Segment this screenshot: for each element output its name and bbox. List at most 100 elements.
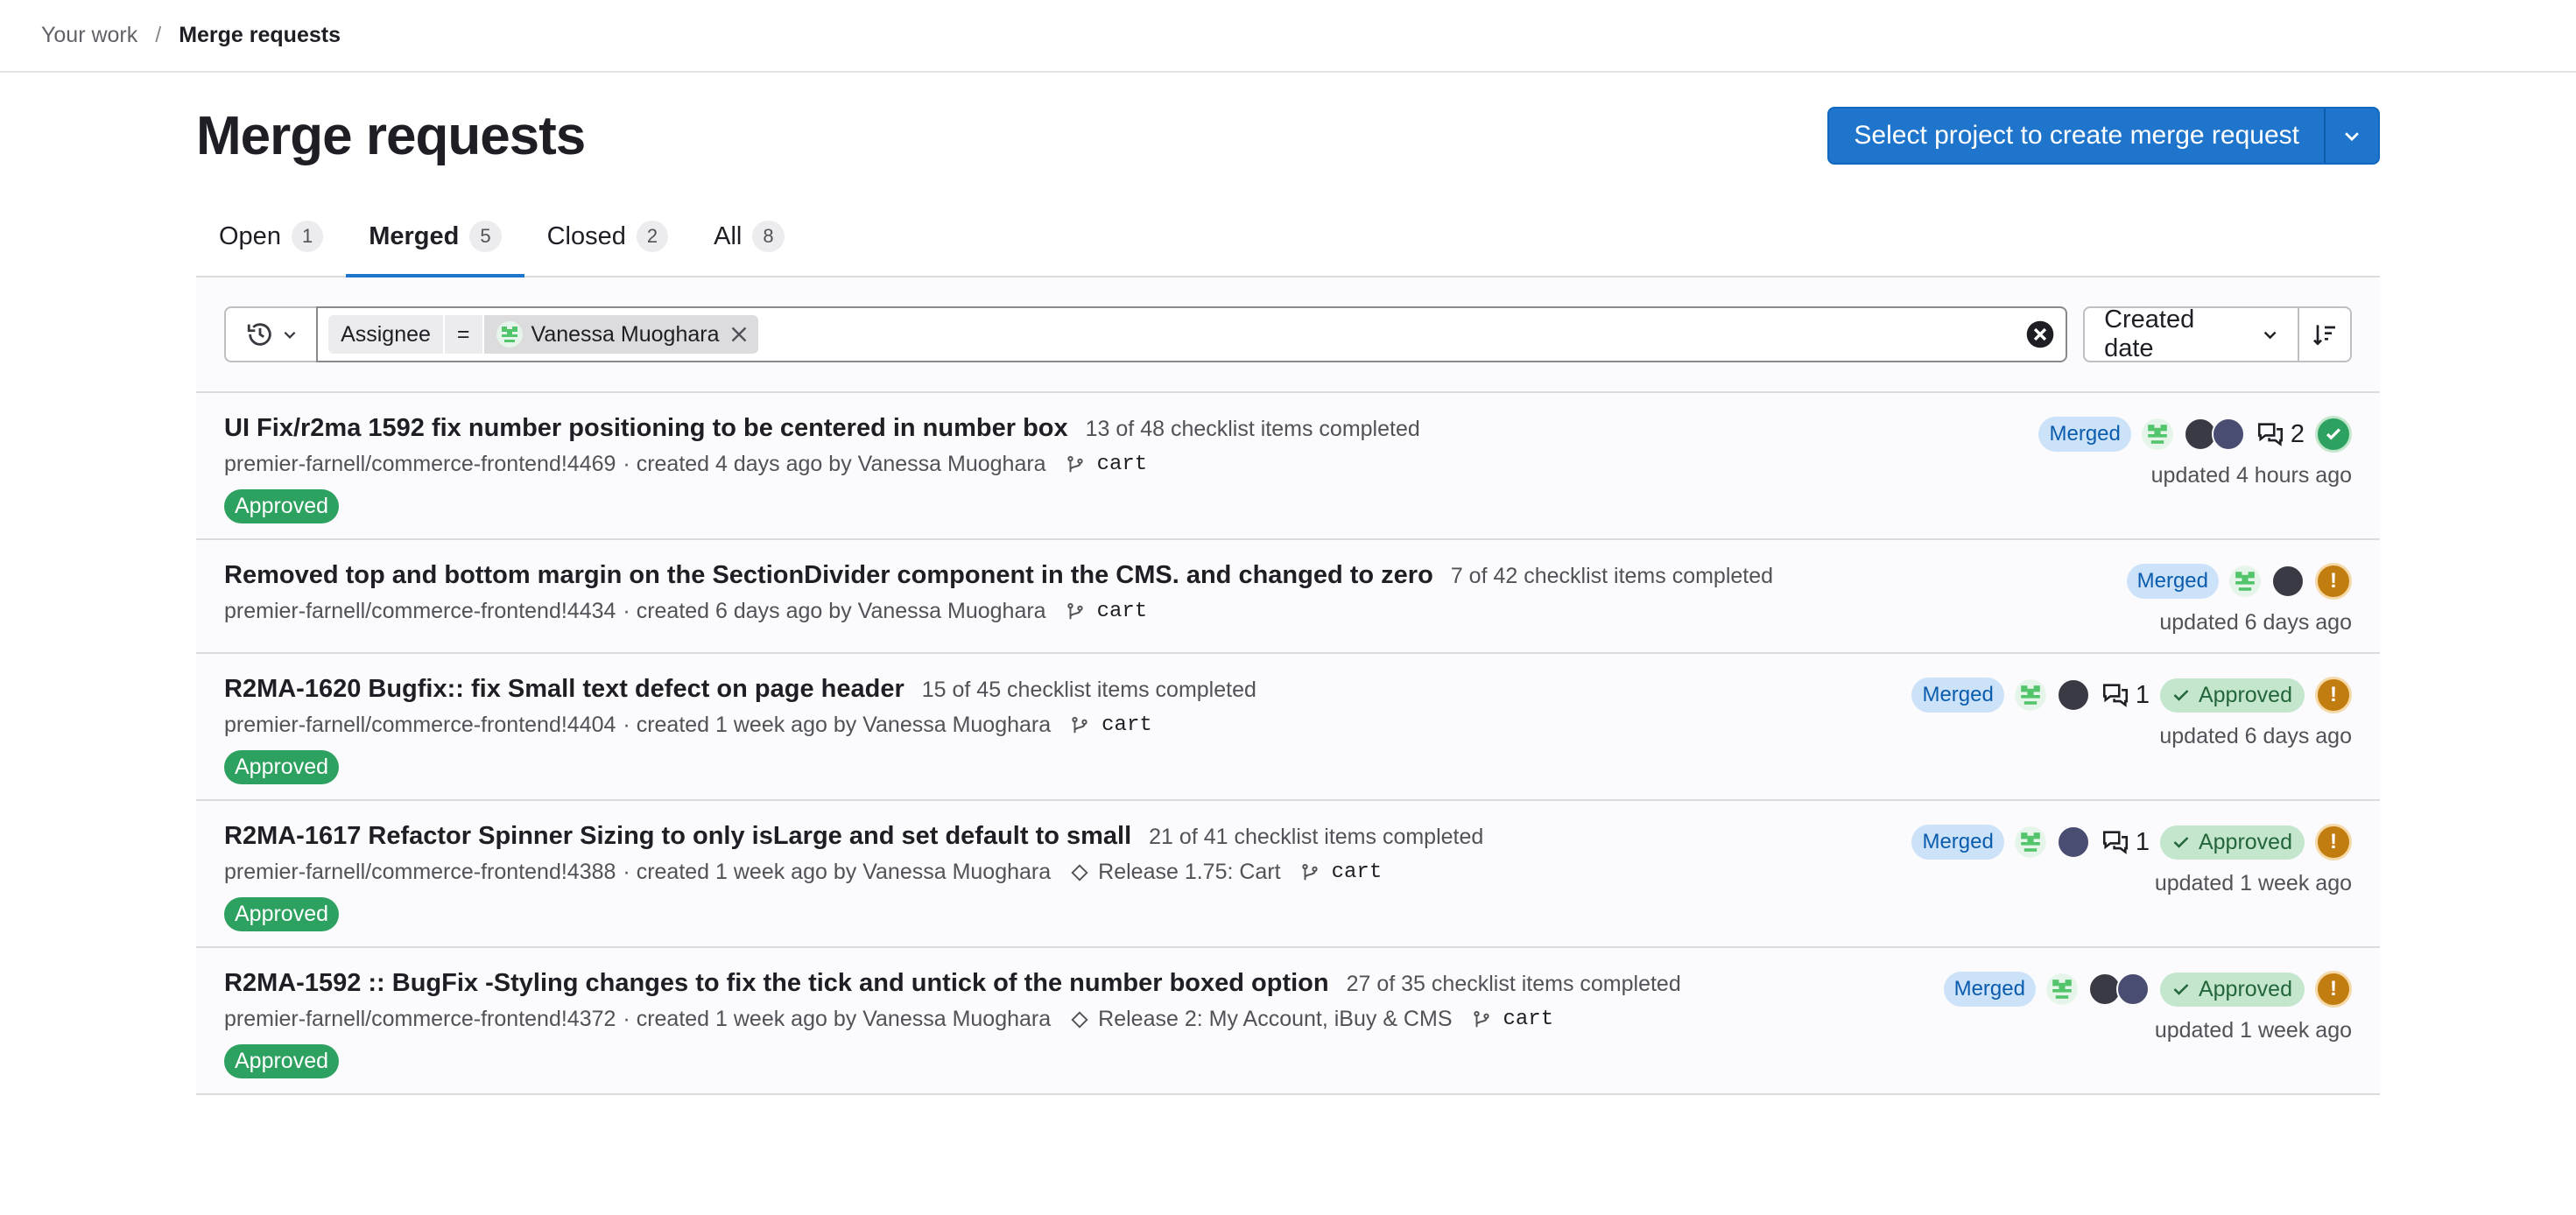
pipeline-status-success[interactable] (2315, 416, 2352, 453)
milestone-name: Release 1.75: Cart (1098, 860, 1281, 884)
list-item: Removed top and bottom margin on the Sec… (196, 540, 2380, 654)
breadcrumb-current: Merge requests (179, 23, 341, 47)
recent-searches-button[interactable] (224, 306, 317, 362)
avatar[interactable] (2271, 565, 2305, 598)
comments-count-text: 2 (2290, 419, 2305, 448)
breadcrumb-your-work[interactable]: Your work (41, 23, 137, 48)
author-avatar[interactable] (2045, 973, 2078, 1005)
checklist-progress: 15 of 45 checklist items completed (921, 678, 1256, 702)
branch-name: cart (1503, 1008, 1554, 1031)
pipeline-status-warning[interactable]: ! (2315, 971, 2352, 1008)
pipeline-status-warning[interactable]: ! (2315, 563, 2352, 600)
target-branch[interactable]: cart (1300, 860, 1383, 884)
updated-time: updated 6 days ago (2159, 610, 2352, 635)
warning-icon: ! (2330, 977, 2337, 1001)
comments-count-text: 1 (2135, 827, 2150, 856)
token-value: Vanessa Muoghara (483, 315, 758, 354)
search-input[interactable]: Assignee = Vanessa Muoghara (316, 306, 2068, 362)
milestone[interactable]: Release 2: My Account, iBuy & CMS (1070, 1007, 1453, 1032)
sort-dropdown[interactable]: Created date (2083, 306, 2299, 362)
branch-icon (1066, 602, 1083, 619)
history-icon (247, 323, 271, 346)
breadcrumb: Your work / Merge requests (0, 0, 2576, 73)
milestone[interactable]: Release 1.75: Cart (1070, 860, 1281, 885)
avatar[interactable] (2056, 678, 2090, 712)
list-item: UI Fix/r2ma 1592 fix number positioning … (196, 393, 2380, 540)
target-branch[interactable]: cart (1066, 453, 1148, 476)
approval-badge[interactable]: Approved (2159, 972, 2305, 1007)
comments-count[interactable]: 2 (2256, 419, 2305, 449)
checklist-progress: 7 of 42 checklist items completed (1450, 564, 1774, 588)
branch-name: cart (1331, 860, 1383, 884)
tab-open[interactable]: Open 1 (196, 197, 346, 276)
tab-all[interactable]: All 8 (691, 197, 806, 276)
author-avatar[interactable] (2229, 565, 2261, 597)
branch-name: cart (1096, 453, 1148, 476)
target-branch[interactable]: cart (1066, 600, 1147, 623)
created-info: · created 1 week ago by Vanessa Muoghara (623, 860, 1052, 884)
merge-request-reference[interactable]: premier-farnell/commerce-frontend!4469 (224, 452, 616, 477)
filter-token-assignee[interactable]: Assignee = Vanessa Muoghara (328, 315, 758, 354)
tab-label: Open (219, 221, 281, 250)
reviewer-avatars (2056, 825, 2090, 859)
approved-label: Approved (224, 1044, 340, 1078)
comments-count[interactable]: 1 (2101, 827, 2150, 857)
reviewer-avatars (2271, 565, 2305, 598)
close-icon[interactable] (728, 324, 750, 345)
author-avatar[interactable] (2141, 418, 2173, 450)
avatar[interactable] (2115, 973, 2150, 1006)
clear-search-icon[interactable] (2025, 320, 2055, 349)
create-merge-request-button[interactable]: Select project to create merge request (1829, 109, 2326, 163)
approved-label: Approved (224, 750, 340, 784)
status-badge: Merged (1911, 825, 2004, 860)
author-avatar[interactable] (2014, 826, 2046, 858)
merge-request-title[interactable]: R2MA-1592 :: BugFix -Styling changes to … (224, 969, 1329, 998)
reviewer-avatars (2056, 678, 2090, 712)
main-content: Merge requests Select project to create … (196, 74, 2380, 1095)
merge-request-reference[interactable]: premier-farnell/commerce-frontend!4404 (224, 713, 616, 738)
sort-label: Created date (2104, 306, 2195, 362)
updated-time: updated 6 days ago (2159, 724, 2352, 748)
approval-badge[interactable]: Approved (2159, 825, 2305, 860)
tab-count: 8 (752, 221, 785, 252)
check-icon (2173, 690, 2189, 701)
page-title: Merge requests (196, 105, 586, 166)
avatar[interactable] (2211, 418, 2245, 451)
pipeline-status-warning[interactable]: ! (2315, 677, 2352, 713)
branch-name: cart (1101, 713, 1152, 737)
comments-count[interactable]: 1 (2101, 680, 2150, 710)
create-options-dropdown[interactable] (2326, 109, 2378, 163)
tab-count: 2 (636, 221, 669, 252)
author-avatar[interactable] (2014, 679, 2046, 711)
target-branch[interactable]: cart (1070, 713, 1152, 737)
merge-request-title[interactable]: Removed top and bottom margin on the Sec… (224, 561, 1433, 590)
branch-icon (1473, 1010, 1489, 1027)
merge-request-title[interactable]: R2MA-1620 Bugfix:: fix Small text defect… (224, 675, 904, 704)
merge-request-title[interactable]: UI Fix/r2ma 1592 fix number positioning … (224, 414, 1068, 443)
milestone-icon (1071, 1010, 1088, 1029)
merge-request-reference[interactable]: premier-farnell/commerce-frontend!4434 (224, 599, 616, 624)
token-operator: = (444, 315, 482, 354)
check-icon (2173, 984, 2189, 995)
page-header: Merge requests Select project to create … (196, 74, 2380, 197)
merge-request-reference[interactable]: premier-farnell/commerce-frontend!4372 (224, 1007, 616, 1032)
approved-label: Approved (224, 489, 340, 523)
target-branch[interactable]: cart (1472, 1008, 1554, 1031)
comments-icon (2102, 831, 2128, 854)
branch-icon (1072, 716, 1087, 733)
approval-text: Approved (2198, 829, 2292, 854)
list-item: R2MA-1617 Refactor Spinner Sizing to onl… (196, 801, 2380, 948)
tab-closed[interactable]: Closed 2 (524, 197, 692, 276)
tab-count: 5 (469, 221, 502, 252)
approved-label: Approved (224, 897, 340, 931)
merge-request-reference[interactable]: premier-farnell/commerce-frontend!4388 (224, 860, 616, 885)
merge-request-title[interactable]: R2MA-1617 Refactor Spinner Sizing to onl… (224, 822, 1131, 851)
sort-direction-button[interactable] (2298, 306, 2352, 362)
approval-badge[interactable]: Approved (2159, 678, 2305, 713)
checklist-progress: 13 of 48 checklist items completed (1085, 417, 1420, 441)
tab-merged[interactable]: Merged 5 (346, 197, 524, 277)
warning-icon: ! (2330, 683, 2337, 706)
reviewer-avatars (2087, 973, 2150, 1006)
pipeline-status-warning[interactable]: ! (2315, 824, 2352, 860)
avatar[interactable] (2056, 825, 2090, 859)
